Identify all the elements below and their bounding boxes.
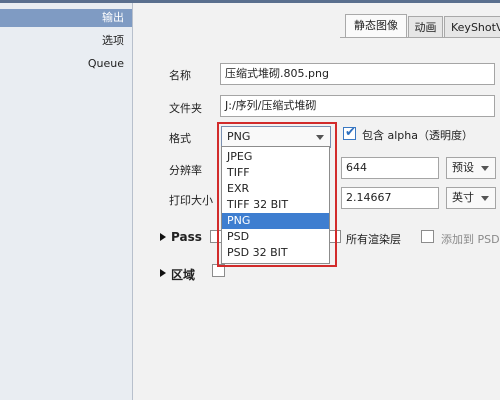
resolution-input[interactable]: 644: [341, 157, 439, 179]
name-input[interactable]: 压缩式堆砌.805.png: [220, 63, 495, 85]
add-psd-label: 添加到 PSD: [441, 233, 500, 246]
resolution-preset-select[interactable]: 预设: [446, 157, 496, 179]
pass-section-label[interactable]: Pass: [171, 230, 202, 244]
tab-keyshotvr[interactable]: KeyShotV: [444, 16, 500, 38]
folder-label: 文件夹: [169, 102, 202, 115]
chevron-down-icon: [481, 196, 489, 201]
resolution-label: 分辨率: [169, 164, 202, 177]
format-label: 格式: [169, 132, 191, 145]
print-unit-value: 英寸: [452, 191, 474, 204]
expand-triangle-icon[interactable]: [160, 269, 166, 277]
region-section-label[interactable]: 区域: [171, 266, 195, 283]
sidebar-item-output[interactable]: 输出: [0, 9, 132, 27]
sidebar-item-queue[interactable]: Queue: [0, 55, 132, 73]
all-layers-label: 所有渲染层: [346, 233, 401, 246]
print-size-label: 打印大小: [169, 194, 213, 207]
alpha-label: 包含 alpha（透明度）: [362, 129, 473, 142]
chevron-down-icon: [481, 166, 489, 171]
print-size-input[interactable]: 2.14667: [341, 187, 439, 209]
highlight-annotation-box: [217, 122, 337, 267]
expand-triangle-icon[interactable]: [160, 233, 166, 241]
sidebar: 输出 选项 Queue: [0, 3, 133, 400]
checkmark-icon: ✔: [345, 125, 356, 140]
folder-input[interactable]: J:/序列/压缩式堆砌: [220, 95, 495, 117]
tab-animation[interactable]: 动画: [408, 16, 443, 38]
tab-still-image[interactable]: 静态图像: [345, 14, 407, 38]
print-unit-select[interactable]: 英寸: [446, 187, 496, 209]
add-psd-checkbox[interactable]: [421, 230, 434, 243]
tab-divider: [340, 37, 500, 38]
name-label: 名称: [169, 69, 191, 82]
alpha-checkbox[interactable]: ✔: [343, 125, 356, 140]
resolution-preset-value: 预设: [452, 161, 474, 174]
sidebar-item-options[interactable]: 选项: [0, 32, 132, 50]
